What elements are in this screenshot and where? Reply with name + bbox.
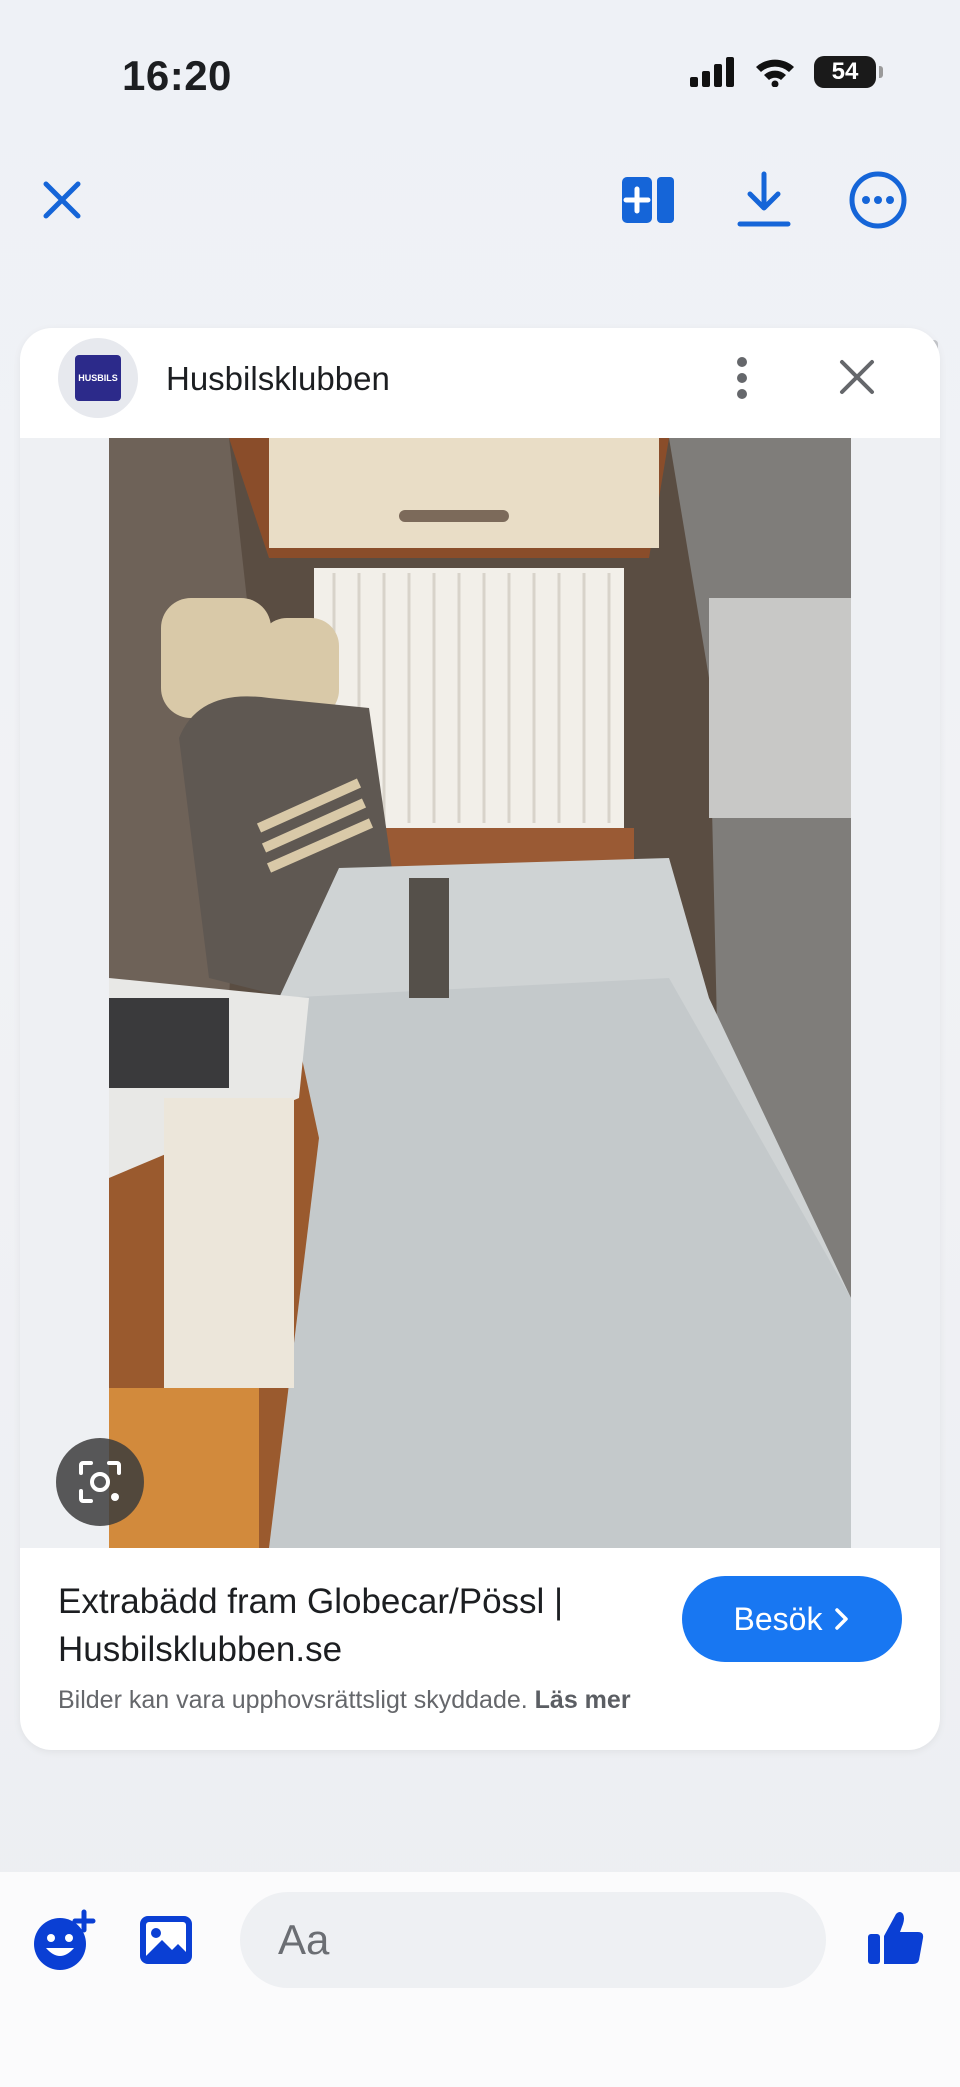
like-button[interactable]: [866, 1908, 926, 1968]
download-icon: [737, 171, 791, 227]
visual-search-button[interactable]: [56, 1438, 144, 1526]
more-options-button[interactable]: [846, 168, 910, 232]
image-preview-card: HUSBILS Husbilsklubben Extrabädd fram Gl…: [20, 328, 940, 1750]
card-more-button[interactable]: [722, 354, 762, 402]
split-view-button[interactable]: [616, 168, 680, 232]
close-button[interactable]: [30, 168, 94, 232]
more-circle-icon: [849, 171, 907, 229]
image-gallery-icon: [140, 1916, 192, 1964]
battery-indicator: 54: [814, 56, 883, 88]
add-emoji-icon: [34, 1909, 96, 1970]
download-button[interactable]: [732, 168, 796, 232]
site-name[interactable]: Husbilsklubben: [166, 360, 390, 398]
visit-button[interactable]: Besök: [682, 1576, 902, 1662]
read-more-link[interactable]: Läs mer: [535, 1686, 631, 1714]
site-avatar[interactable]: HUSBILS: [58, 338, 138, 418]
lens-search-icon: [79, 1461, 121, 1503]
site-logo: HUSBILS: [75, 355, 121, 401]
close-icon: [43, 181, 81, 219]
image-caption[interactable]: Extrabädd fram Globecar/Pössl | Husbilsk…: [58, 1578, 648, 1674]
card-close-button[interactable]: [832, 352, 882, 402]
thumbs-up-icon: [868, 1912, 924, 1964]
status-time: 16:20: [122, 52, 232, 99]
close-icon: [840, 360, 874, 394]
split-view-icon: [622, 177, 674, 223]
site-logo-text: HUSBILS: [78, 373, 118, 383]
camper-interior-photo[interactable]: [109, 438, 851, 1548]
visit-button-label: Besök: [733, 1600, 823, 1637]
gallery-button[interactable]: [138, 1912, 194, 1968]
copyright-text: Bilder kan vara upphovsrättsligt skyddad…: [58, 1686, 528, 1714]
chevron-right-icon: [835, 1608, 849, 1630]
status-icons: 54: [690, 56, 883, 88]
wifi-icon: [756, 59, 794, 87]
message-input[interactable]: [240, 1892, 826, 1988]
emoji-button[interactable]: [32, 1908, 96, 1972]
card-header: HUSBILS Husbilsklubben: [20, 328, 940, 438]
copyright-notice: Bilder kan vara upphovsrättsligt skyddad…: [58, 1686, 631, 1715]
signal-icon: [690, 57, 734, 87]
photo-area: [20, 438, 940, 1548]
vertical-dots-icon: [737, 357, 747, 399]
message-composer: [0, 1872, 960, 2087]
